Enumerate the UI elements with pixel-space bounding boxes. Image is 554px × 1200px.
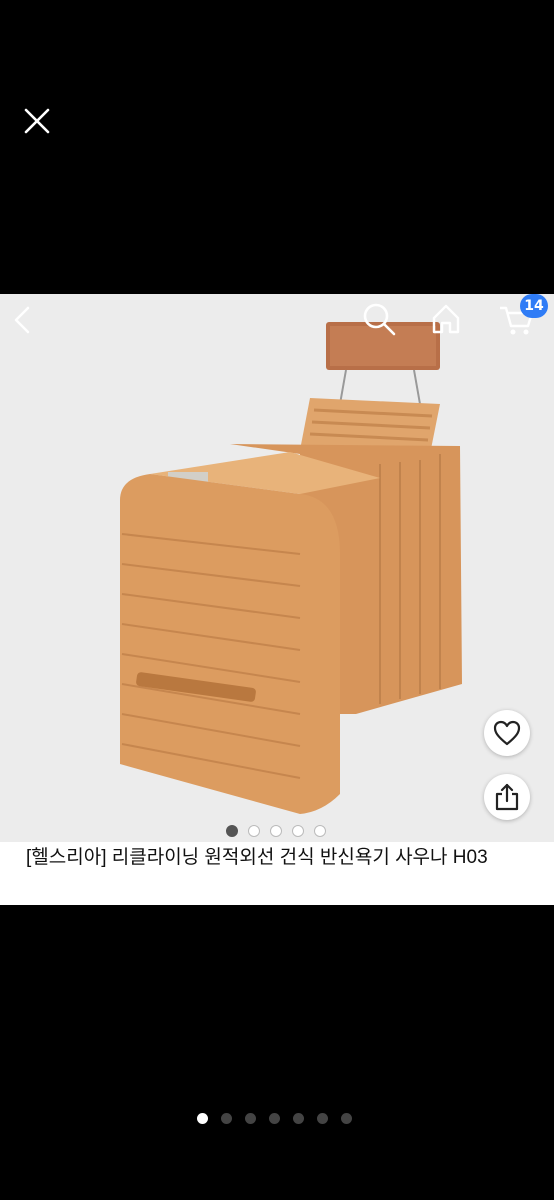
viewer-pager xyxy=(197,1113,352,1124)
chevron-left-icon xyxy=(14,306,30,334)
pager-dot[interactable] xyxy=(293,1113,304,1124)
pager-dot[interactable] xyxy=(317,1113,328,1124)
back-button[interactable] xyxy=(8,302,38,338)
share-button[interactable] xyxy=(484,774,530,820)
share-icon xyxy=(495,783,519,811)
image-dot[interactable] xyxy=(270,825,282,837)
cart-count-badge: 14 xyxy=(520,294,548,318)
image-dot[interactable] xyxy=(226,825,238,837)
pager-dot[interactable] xyxy=(221,1113,232,1124)
image-dots xyxy=(226,825,326,837)
image-dot[interactable] xyxy=(314,825,326,837)
pager-dot[interactable] xyxy=(197,1113,208,1124)
product-card: 14 [헬스리아] 리클라이닝 원적외선 건식 반신욕기 사우나 H03 xyxy=(0,294,554,905)
pager-dot[interactable] xyxy=(341,1113,352,1124)
sauna-illustration xyxy=(120,322,462,814)
image-dot[interactable] xyxy=(292,825,304,837)
pager-dot[interactable] xyxy=(245,1113,256,1124)
close-button[interactable] xyxy=(20,104,54,138)
search-button[interactable] xyxy=(360,300,398,338)
close-icon xyxy=(24,108,50,134)
pager-dot[interactable] xyxy=(269,1113,280,1124)
heart-icon xyxy=(493,720,521,746)
search-icon xyxy=(363,303,396,336)
home-button[interactable] xyxy=(428,300,464,338)
home-icon xyxy=(432,304,460,334)
product-title: [헬스리아] 리클라이닝 원적외선 건식 반신욕기 사우나 H03 xyxy=(26,847,488,868)
favorite-button[interactable] xyxy=(484,710,530,756)
product-image: 14 xyxy=(0,294,554,842)
image-dot[interactable] xyxy=(248,825,260,837)
